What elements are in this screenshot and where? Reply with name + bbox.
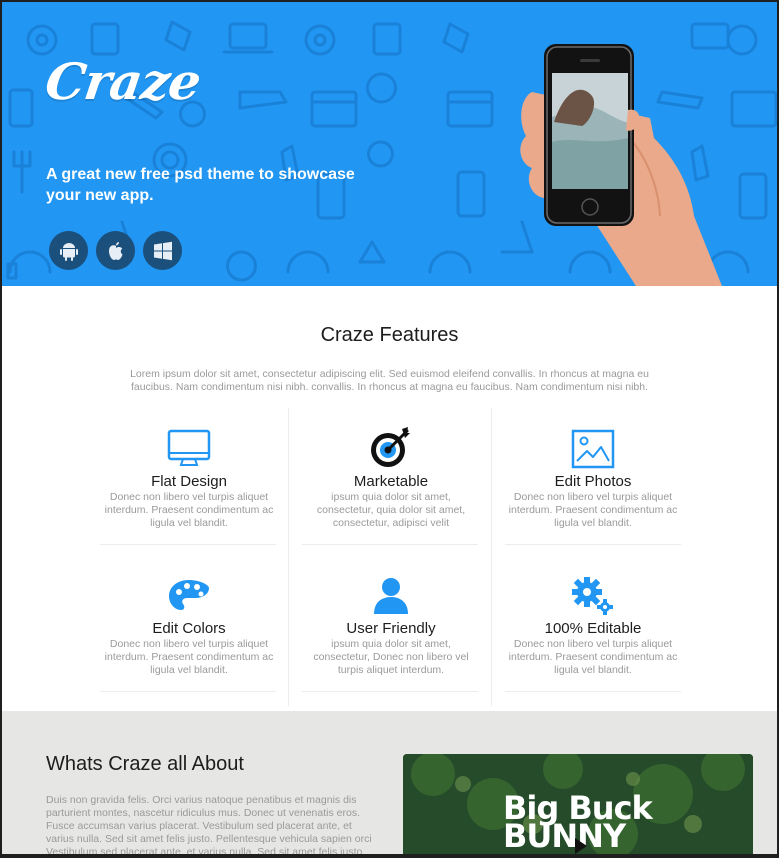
- feature-title: User Friendly: [346, 620, 436, 637]
- android-icon: [59, 242, 78, 261]
- feature-title: 100% Editable: [544, 620, 642, 637]
- feature-icon: [506, 425, 680, 469]
- phone-in-hand-image: [520, 44, 722, 286]
- apple-icon: [108, 241, 122, 260]
- apple-button[interactable]: [96, 231, 135, 270]
- video-title: Big Buck BUNNY: [503, 789, 653, 854]
- features-intro: Lorem ipsum dolor sit amet, consectetur …: [130, 368, 649, 393]
- feature-title: Marketable: [353, 473, 429, 490]
- image-icon: [571, 429, 615, 469]
- gears-icon: [572, 577, 613, 615]
- about-section: Whats Craze all About Duis non gravida f…: [2, 711, 777, 854]
- feature-card: Flat Design Donec non libero vel turpis …: [102, 425, 276, 530]
- target-icon: [371, 427, 410, 467]
- features-title: Craze Features: [320, 324, 459, 346]
- row-divider: [302, 544, 478, 545]
- feature-card: Marketable ipsum quia dolor sit amet, co…: [304, 425, 478, 530]
- play-icon[interactable]: [575, 838, 587, 854]
- grid-divider: [491, 408, 492, 706]
- row-divider: [302, 691, 478, 692]
- feature-card: Edit Photos Donec non libero vel turpis …: [506, 425, 680, 530]
- grid-divider: [288, 408, 289, 706]
- row-divider: [100, 544, 276, 545]
- feature-description: Donec non libero vel turpis aliquet inte…: [104, 638, 274, 676]
- feature-description: Donec non libero vel turpis aliquet inte…: [104, 491, 274, 529]
- feature-card: 100% Editable Donec non libero vel turpi…: [506, 572, 680, 677]
- user-icon: [374, 578, 408, 614]
- feature-description: Donec non libero vel turpis aliquet inte…: [508, 638, 678, 676]
- features-grid: Flat Design Donec non libero vel turpis …: [100, 408, 681, 706]
- video-player[interactable]: Big Buck BUNNY: [403, 754, 753, 854]
- about-text: Duis non gravida felis. Orci varius nato…: [46, 794, 372, 854]
- row-divider: [505, 691, 681, 692]
- brand-logo[interactable]: Craze: [42, 52, 204, 111]
- monitor-icon: [167, 429, 211, 466]
- feature-icon: [304, 425, 478, 469]
- about-title: Whats Craze all About: [46, 753, 244, 775]
- windows-button[interactable]: [143, 231, 182, 270]
- feature-icon: [102, 425, 276, 469]
- feature-title: Flat Design: [151, 473, 227, 490]
- hero-banner: Craze A great new free psd theme to show…: [2, 2, 777, 286]
- platform-buttons: [49, 231, 182, 270]
- feature-card: Edit Colors Donec non libero vel turpis …: [102, 572, 276, 677]
- feature-title: Edit Colors: [152, 620, 226, 637]
- feature-icon: [506, 572, 680, 616]
- feature-description: ipsum quia dolor sit amet, consectetur, …: [313, 638, 469, 676]
- page: Craze A great new free psd theme to show…: [2, 2, 777, 854]
- feature-icon: [304, 572, 478, 616]
- feature-description: Donec non libero vel turpis aliquet inte…: [508, 491, 678, 529]
- feature-title: Edit Photos: [554, 473, 632, 490]
- row-divider: [100, 691, 276, 692]
- feature-description: ipsum quia dolor sit amet, consectetur, …: [316, 491, 466, 529]
- android-button[interactable]: [49, 231, 88, 270]
- row-divider: [505, 544, 681, 545]
- feature-icon: [102, 572, 276, 616]
- hero-tagline: A great new free psd theme to showcase y…: [46, 166, 355, 204]
- feature-card: User Friendly ipsum quia dolor sit amet,…: [304, 572, 478, 677]
- palette-icon: [169, 580, 209, 610]
- windows-icon: [153, 241, 172, 260]
